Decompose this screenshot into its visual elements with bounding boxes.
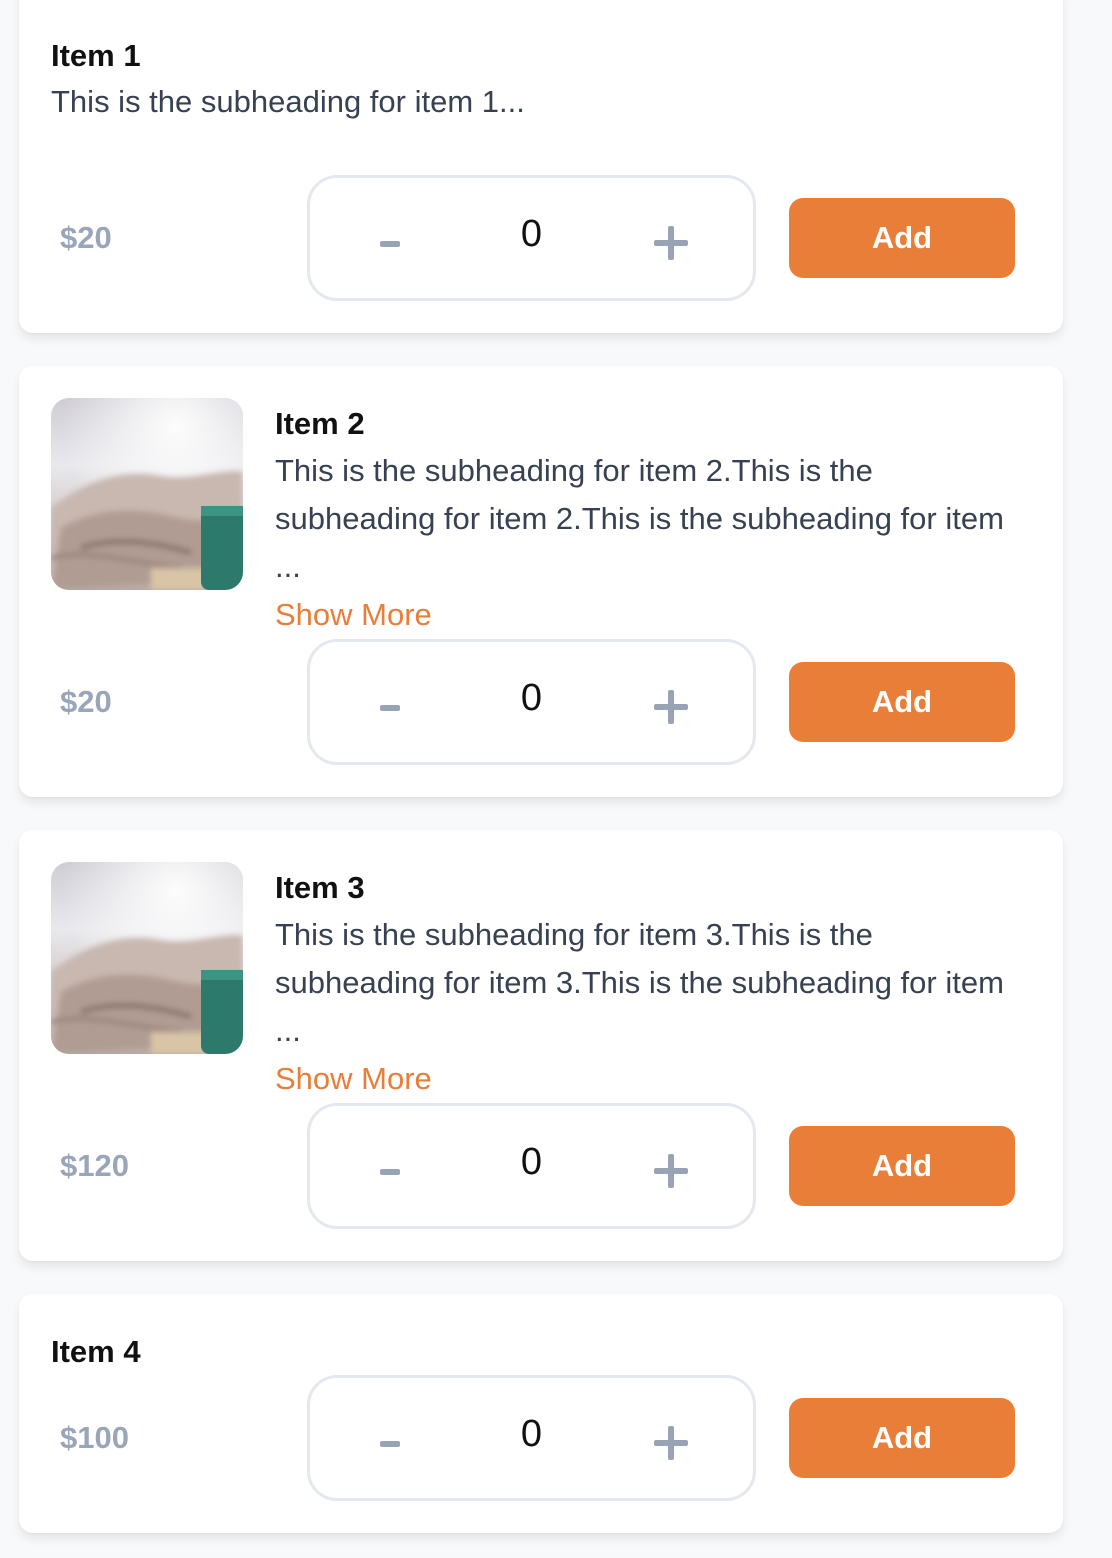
item-title: Item 1 (51, 38, 141, 73)
product-list: Item 1 This is the subheading for item 1… (0, 0, 1112, 1558)
add-to-cart-button[interactable]: Add (789, 198, 1015, 278)
add-to-cart-button[interactable]: Add (789, 662, 1015, 742)
item-subheading: This is the subheading for item 2.This i… (275, 453, 1004, 584)
product-card: Item 4 $100 Add (19, 1294, 1063, 1533)
product-card: Item 3 This is the subheading for item 3… (19, 830, 1063, 1261)
blanket-and-mug-photo (51, 398, 243, 590)
item-subheading: This is the subheading for item 1... (51, 84, 525, 119)
increment-button[interactable] (642, 1136, 702, 1196)
item-image[interactable] (51, 398, 243, 590)
quantity-stepper (307, 1375, 756, 1501)
item-price: $20 (60, 684, 112, 719)
blanket-and-mug-photo (51, 862, 243, 1054)
product-card: Item 2 This is the subheading for item 2… (19, 366, 1063, 797)
quantity-stepper (307, 1103, 756, 1229)
item-image[interactable] (51, 862, 243, 1054)
product-card: Item 1 This is the subheading for item 1… (19, 0, 1063, 333)
show-more-link[interactable]: Show More (275, 1061, 432, 1097)
quantity-stepper (307, 639, 756, 765)
increment-button[interactable] (642, 208, 702, 268)
add-to-cart-button[interactable]: Add (789, 1398, 1015, 1478)
show-more-link[interactable]: Show More (275, 597, 432, 633)
increment-button[interactable] (642, 1408, 702, 1468)
item-price: $120 (60, 1148, 129, 1183)
item-price: $100 (60, 1420, 129, 1455)
item-title: Item 4 (51, 1334, 141, 1369)
quantity-stepper (307, 175, 756, 301)
add-to-cart-button[interactable]: Add (789, 1126, 1015, 1206)
item-title: Item 3 (275, 870, 365, 905)
increment-button[interactable] (642, 672, 702, 732)
item-subheading: This is the subheading for item 3.This i… (275, 917, 1004, 1048)
item-price: $20 (60, 220, 112, 255)
item-title: Item 2 (275, 406, 365, 441)
